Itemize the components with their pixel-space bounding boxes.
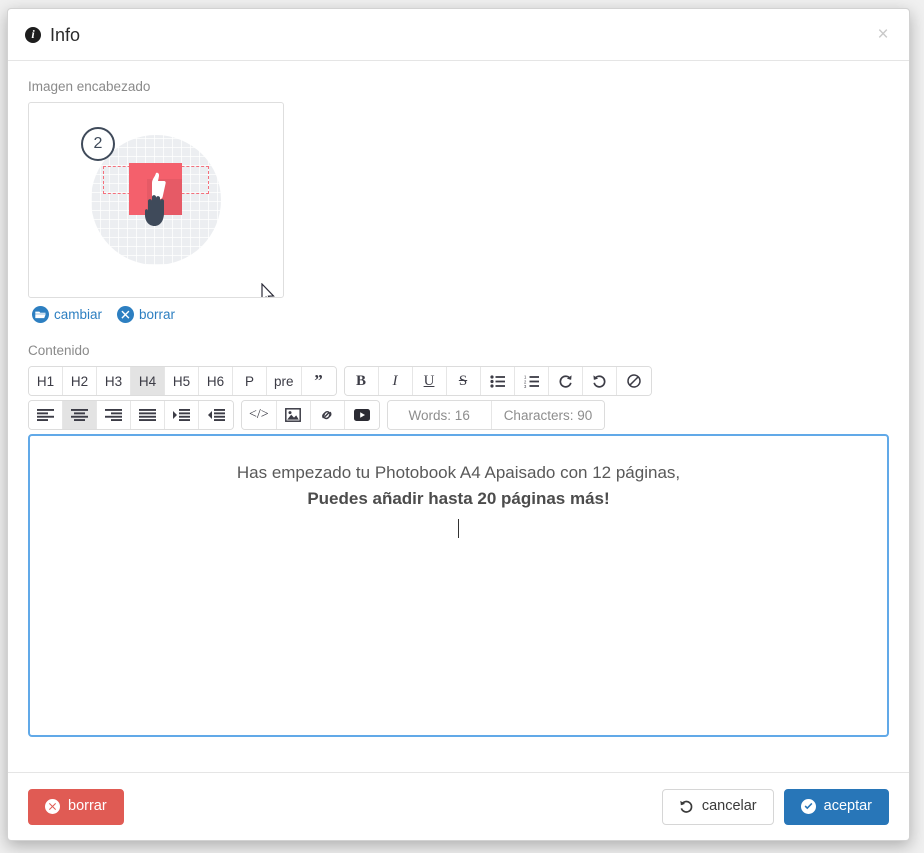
circle-slash-icon	[626, 374, 641, 388]
heading-5-button[interactable]: H5	[165, 367, 199, 395]
alignment-group	[28, 400, 234, 430]
outdent-button[interactable]	[199, 401, 233, 429]
dialog-title-text: Info	[50, 24, 81, 45]
change-image-label: cambiar	[54, 307, 103, 322]
preformatted-button[interactable]: pre	[267, 367, 302, 395]
unordered-list-button[interactable]	[480, 367, 515, 395]
link-icon	[322, 411, 332, 420]
editor-line-1: Has empezado tu Photobook A4 Apaisado co…	[236, 463, 681, 482]
accept-button-label: aceptar	[823, 798, 872, 815]
align-center-button[interactable]	[63, 401, 97, 429]
editor-toolbar: H1 H2 H3 H4 H5 H6 P pre ” B I U S 1 2 3 …	[28, 366, 889, 430]
align-left-button[interactable]	[29, 401, 63, 429]
heading-4-button[interactable]: H4	[131, 367, 165, 395]
redo-icon	[559, 375, 572, 388]
change-image-link[interactable]: cambiar	[32, 306, 102, 323]
dialog-footer: borrar cancelar aceptar	[8, 772, 909, 840]
delete-image-link[interactable]: borrar	[117, 306, 175, 323]
image-icon	[285, 408, 302, 422]
indent-button[interactable]	[165, 401, 199, 429]
redo-button[interactable]	[548, 367, 583, 395]
mouse-cursor-icon	[261, 283, 275, 297]
header-image-thumbnail[interactable]: 2	[28, 102, 284, 298]
clear-formatting-button[interactable]	[616, 367, 651, 395]
heading-6-button[interactable]: H6	[199, 367, 233, 395]
page-title: i Info	[25, 26, 80, 44]
heading-1-button[interactable]: H1	[29, 367, 63, 395]
close-icon[interactable]: ×	[871, 22, 895, 46]
code-view-button[interactable]: </>	[242, 401, 277, 429]
align-justify-button[interactable]	[131, 401, 165, 429]
ordered-list-button[interactable]: 1 2 3	[514, 367, 549, 395]
editor-caret-line	[56, 518, 861, 543]
toolbar-row-1: H1 H2 H3 H4 H5 H6 P pre ” B I U S 1 2 3	[28, 366, 889, 396]
align-justify-icon	[139, 409, 156, 421]
delete-image-label: borrar	[139, 307, 176, 322]
ordered-list-icon: 1 2 3	[524, 375, 539, 388]
cancel-button[interactable]: cancelar	[661, 788, 774, 825]
heading-3-button[interactable]: H3	[97, 367, 131, 395]
insert-link-button[interactable]	[310, 401, 345, 429]
times-circle-icon	[45, 799, 60, 814]
tutorial-illustration: 2	[81, 125, 231, 275]
undo-icon	[592, 375, 605, 388]
header-image-label: Imagen encabezado	[28, 79, 151, 94]
dialog-body: Imagen encabezado 2 cambiar borrar Conte…	[8, 61, 909, 772]
text-caret	[458, 518, 459, 538]
dialog-header: i Info ×	[8, 9, 909, 61]
character-count: Characters: 90	[491, 401, 605, 429]
outdent-icon	[207, 409, 225, 421]
delete-button[interactable]: borrar	[28, 788, 124, 825]
insert-video-button[interactable]	[344, 401, 379, 429]
insert-group: </>	[241, 400, 380, 430]
hand-cursor-icon	[145, 195, 164, 226]
rich-text-editor[interactable]: Has empezado tu Photobook A4 Apaisado co…	[28, 434, 889, 737]
bold-button[interactable]: B	[344, 367, 379, 395]
undo-icon	[680, 800, 693, 813]
cancel-button-label: cancelar	[701, 798, 757, 815]
align-center-icon	[71, 409, 88, 421]
info-circle-icon: i	[25, 26, 41, 43]
strikethrough-button[interactable]: S	[446, 367, 481, 395]
blockquote-button[interactable]: ”	[301, 367, 336, 395]
align-left-icon	[37, 409, 54, 421]
word-count: Words: 16	[387, 401, 492, 429]
unordered-list-icon	[489, 374, 505, 388]
accept-button[interactable]: aceptar	[783, 788, 889, 825]
svg-text:3: 3	[524, 383, 527, 387]
insert-image-button[interactable]	[276, 401, 311, 429]
counter-group: Words: 16 Characters: 90	[386, 400, 606, 430]
undo-button[interactable]	[582, 367, 617, 395]
footer-actions: cancelar aceptar	[661, 788, 889, 825]
align-right-button[interactable]	[97, 401, 131, 429]
block-format-group: H1 H2 H3 H4 H5 H6 P pre ”	[28, 366, 337, 396]
check-circle-icon	[800, 799, 816, 814]
toolbar-row-2: </> Words: 16 Characters: 90	[28, 400, 889, 430]
paragraph-button[interactable]: P	[233, 367, 267, 395]
video-icon	[353, 409, 370, 421]
thumbnail-actions: cambiar borrar	[32, 306, 889, 323]
editor-line-2: Puedes añadir hasta 20 páginas más!	[307, 489, 610, 509]
step-number-badge: 2	[81, 127, 115, 161]
times-circle-icon	[117, 306, 135, 323]
underline-button[interactable]: U	[412, 367, 447, 395]
delete-button-label: borrar	[68, 798, 107, 815]
indent-icon	[173, 409, 190, 421]
info-dialog: i Info × Imagen encabezado 2 cambiar bor…	[7, 8, 910, 841]
content-label: Contenido	[28, 343, 90, 358]
folder-open-icon	[32, 306, 49, 323]
align-right-icon	[105, 409, 122, 421]
italic-button[interactable]: I	[378, 367, 413, 395]
heading-2-button[interactable]: H2	[63, 367, 97, 395]
inline-format-group: B I U S 1 2 3	[343, 366, 652, 396]
